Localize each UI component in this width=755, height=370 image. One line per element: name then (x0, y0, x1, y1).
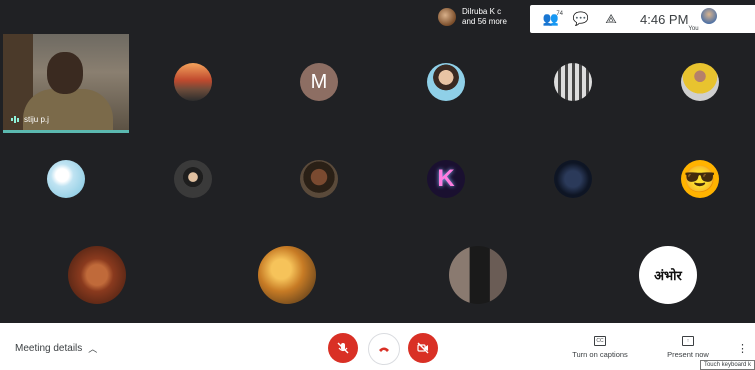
participant-tile[interactable]: K (427, 160, 465, 198)
present-now-label: Present now (667, 350, 709, 359)
mic-off-icon (337, 342, 349, 354)
presenter-more: and 56 more (462, 17, 507, 26)
chat-button[interactable]: 💬 (566, 5, 596, 33)
presenter-name: Dilruba K c (462, 7, 502, 16)
present-now-button[interactable]: ↑ Present now (660, 335, 716, 359)
captions-button[interactable]: CC Turn on captions (570, 335, 630, 359)
more-vert-icon: ⋮ (737, 343, 748, 355)
bottom-toolbar: Meeting details ︿ CC Turn on captions ↑ … (0, 323, 755, 370)
more-options-button[interactable]: ⋮ (737, 342, 748, 355)
top-right-controls: 👥 74 💬 ⟁ 4:46 PM You (530, 5, 755, 33)
participants-count: 74 (556, 11, 563, 17)
participant-tile[interactable] (258, 246, 316, 304)
person-head (47, 52, 83, 94)
touch-keyboard-tooltip: Touch keyboard k (699, 360, 755, 370)
self-name: stiju p.j (24, 115, 49, 124)
participant-logo-text: अंभोर (654, 269, 682, 284)
shapes-icon: ⟁ (605, 11, 617, 26)
you-label: You (688, 26, 699, 32)
meeting-details-button[interactable]: Meeting details ︿ (15, 342, 97, 355)
participant-tile[interactable] (681, 63, 719, 101)
presenter-chip[interactable]: Dilruba K c and 56 more (430, 0, 515, 34)
participants-button[interactable]: 👥 74 (536, 5, 566, 33)
hang-up-icon (379, 347, 389, 352)
audio-level-icon (11, 116, 19, 124)
meeting-details-label: Meeting details (15, 343, 83, 354)
camera-toggle-button[interactable] (408, 333, 438, 363)
participant-initial: K (437, 165, 455, 192)
chat-icon: 💬 (572, 11, 590, 26)
clock: 4:46 PM (640, 11, 689, 27)
participant-tile[interactable] (47, 160, 85, 198)
present-icon: ↑ (682, 336, 694, 346)
participant-tile[interactable]: 😎 (681, 160, 719, 198)
leave-call-button[interactable] (368, 333, 400, 365)
sunglasses-emoji-icon: 😎 (683, 163, 717, 194)
participant-tile[interactable] (174, 160, 212, 198)
captions-icon: CC (594, 336, 606, 346)
avatar (701, 8, 718, 24)
participant-tile[interactable] (449, 246, 507, 304)
participant-tile[interactable] (68, 246, 126, 304)
captions-label: Turn on captions (572, 350, 628, 359)
presenter-avatar (438, 8, 456, 26)
camera-off-icon (417, 342, 429, 354)
participant-tile[interactable] (427, 63, 465, 101)
participant-tile[interactable] (300, 160, 338, 198)
mic-toggle-button[interactable] (328, 333, 358, 363)
participant-initial: M (310, 70, 328, 93)
chevron-up-icon: ︿ (88, 344, 98, 354)
participant-tile[interactable] (174, 63, 212, 101)
self-name-label: stiju p.j (11, 115, 49, 124)
activities-button[interactable]: ⟁ (596, 5, 626, 33)
participant-tile[interactable] (554, 63, 592, 101)
participant-tile[interactable]: अंभोर (639, 246, 697, 304)
self-video-tile[interactable]: stiju p.j (3, 34, 129, 133)
meeting-stage: Dilruba K c and 56 more 👥 74 💬 ⟁ 4:46 PM… (0, 0, 755, 323)
self-avatar-button[interactable]: You (688, 5, 720, 33)
participant-tile[interactable]: M (300, 63, 338, 101)
person-body (23, 89, 113, 130)
participant-tile[interactable] (554, 160, 592, 198)
